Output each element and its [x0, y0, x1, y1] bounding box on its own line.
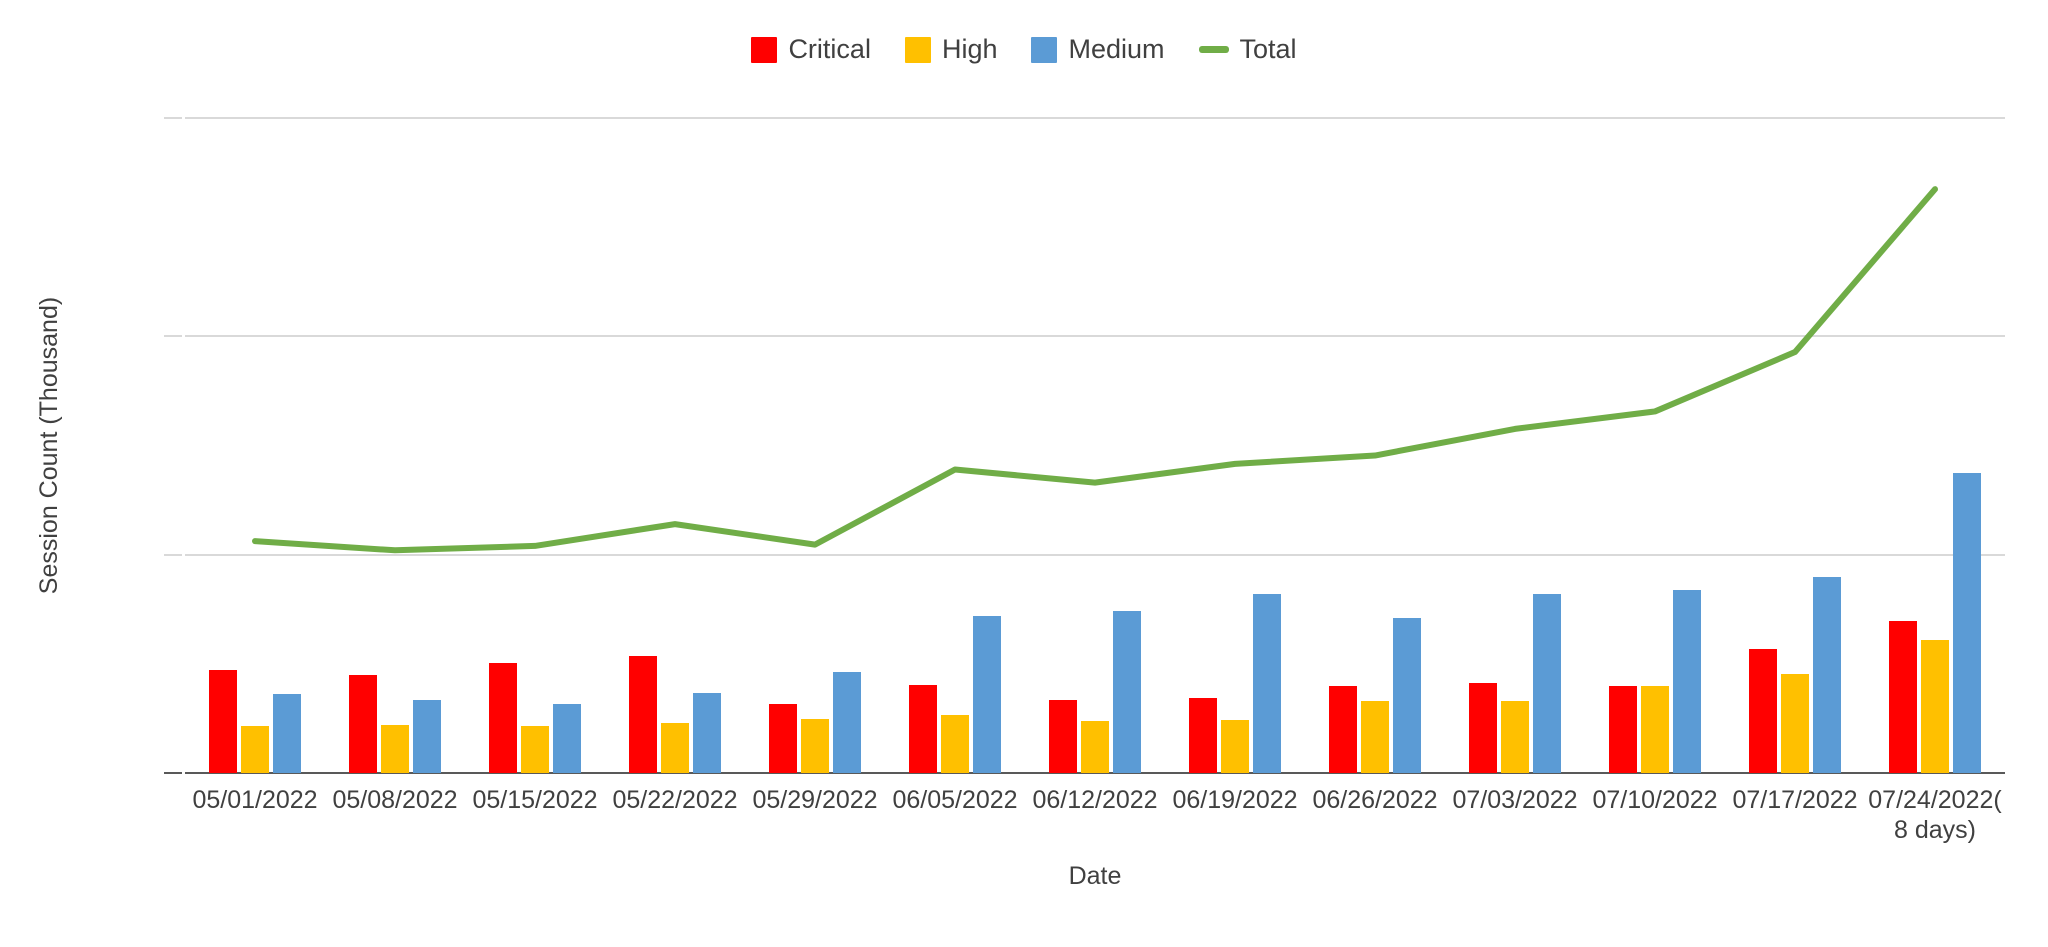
- bar-medium[interactable]: [273, 694, 301, 773]
- x-tick-label: 05/01/2022: [192, 786, 318, 814]
- bar-group: [1025, 118, 1165, 773]
- bar-medium[interactable]: [1673, 589, 1701, 773]
- bar-medium[interactable]: [1953, 473, 1981, 773]
- bar-critical[interactable]: [1469, 683, 1497, 773]
- bar-high[interactable]: [1501, 701, 1529, 773]
- legend-label: Medium: [1068, 34, 1165, 64]
- plot-area: 050001000015000 05/01/202205/08/202205/1…: [164, 117, 2005, 844]
- y-axis-title: Session Count (Thousand): [35, 296, 63, 595]
- bar-group: [185, 118, 325, 773]
- legend-label: Critical: [788, 34, 871, 64]
- bar-group: [1305, 118, 1445, 773]
- x-tick-label: 06/26/2022: [1312, 786, 1438, 814]
- x-axis-title: Date: [1068, 862, 1122, 890]
- x-tick-label: 07/03/2022: [1452, 786, 1578, 814]
- bar-critical[interactable]: [1609, 686, 1637, 773]
- bar-medium[interactable]: [693, 693, 721, 773]
- y-tick-mark: [164, 117, 182, 119]
- bar-critical[interactable]: [769, 703, 797, 773]
- bar-high[interactable]: [1361, 700, 1389, 773]
- bar-medium[interactable]: [1393, 617, 1421, 773]
- bar-critical[interactable]: [629, 655, 657, 773]
- bar-group: [1865, 118, 2005, 773]
- bar-medium[interactable]: [1813, 577, 1841, 773]
- bar-high[interactable]: [381, 724, 409, 773]
- bar-high[interactable]: [1781, 674, 1809, 773]
- x-tick-label: 07/17/2022: [1732, 786, 1858, 814]
- chart-container: Critical High Medium Total Session Count (T…: [0, 0, 2048, 947]
- bar-group: [885, 118, 1025, 773]
- x-tick-label: 06/12/2022: [1032, 786, 1158, 814]
- bar-medium[interactable]: [1113, 610, 1141, 773]
- bar-high[interactable]: [1641, 685, 1669, 773]
- bar-critical[interactable]: [349, 674, 377, 773]
- bar-critical[interactable]: [489, 662, 517, 773]
- legend-item-high[interactable]: High: [904, 34, 998, 64]
- x-tick-label: 07/10/2022: [1592, 786, 1718, 814]
- legend-label: Total: [1239, 34, 1297, 64]
- bar-high[interactable]: [521, 725, 549, 773]
- bar-medium[interactable]: [1253, 593, 1281, 773]
- bar-group: [605, 118, 745, 773]
- bar-critical[interactable]: [909, 685, 937, 773]
- bar-high[interactable]: [1921, 639, 1949, 773]
- x-tick-label: 05/15/2022: [472, 786, 598, 814]
- x-tick-label: 06/19/2022: [1172, 786, 1298, 814]
- bar-critical[interactable]: [1049, 699, 1077, 773]
- bar-group: [465, 118, 605, 773]
- bar-high[interactable]: [941, 714, 969, 773]
- legend-swatch-total-icon: [1198, 46, 1229, 53]
- bar-high[interactable]: [1221, 719, 1249, 773]
- bar-critical[interactable]: [1329, 685, 1357, 773]
- bar-medium[interactable]: [553, 704, 581, 773]
- bar-medium[interactable]: [833, 671, 861, 773]
- legend-swatch-medium-icon: [1031, 36, 1058, 63]
- x-tick-label: 05/29/2022: [752, 786, 878, 814]
- legend-swatch-critical-icon: [751, 36, 778, 63]
- chart-legend: Critical High Medium Total: [0, 36, 2048, 63]
- y-tick-mark: [164, 772, 182, 774]
- bar-critical[interactable]: [1189, 698, 1217, 773]
- bar-group: [1725, 118, 1865, 773]
- bar-medium[interactable]: [1533, 594, 1561, 773]
- bar-medium[interactable]: [973, 615, 1001, 773]
- bar-high[interactable]: [241, 726, 269, 773]
- bar-high[interactable]: [661, 723, 689, 773]
- bar-group: [1585, 118, 1725, 773]
- bar-critical[interactable]: [1749, 649, 1777, 773]
- bar-high[interactable]: [801, 718, 829, 773]
- y-tick-mark: [164, 335, 182, 338]
- x-tick-label: 06/05/2022: [892, 786, 1018, 814]
- bar-high[interactable]: [1081, 721, 1109, 773]
- x-axis-labels: 05/01/2022 05/08/2022 05/15/2022 05/22/2022…: [185, 773, 2005, 863]
- legend-item-total[interactable]: Total: [1198, 34, 1297, 64]
- bar-group: [325, 118, 465, 773]
- legend-item-medium[interactable]: Medium: [1031, 34, 1165, 64]
- legend-swatch-high-icon: [904, 36, 931, 63]
- bar-group: [1165, 118, 1305, 773]
- legend-item-critical[interactable]: Critical: [751, 36, 871, 63]
- bar-critical[interactable]: [1889, 621, 1917, 773]
- x-tick-label: 05/08/2022: [332, 786, 458, 814]
- bars-layer: [185, 118, 2005, 773]
- bar-medium[interactable]: [413, 700, 441, 773]
- bar-group: [745, 118, 885, 773]
- bar-group: [1445, 118, 1585, 773]
- legend-label: High: [941, 34, 998, 64]
- x-tick-label: 05/22/2022: [612, 786, 738, 814]
- y-tick-mark: [164, 553, 182, 556]
- x-tick-label: 07/24/2022(8 days): [1868, 786, 2002, 844]
- bar-critical[interactable]: [209, 670, 237, 773]
